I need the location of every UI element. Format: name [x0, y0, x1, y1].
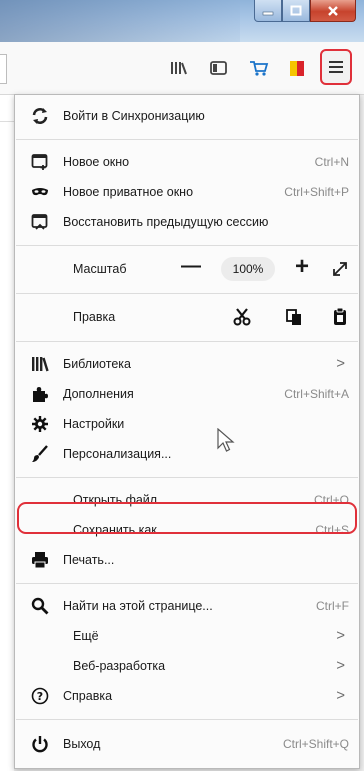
menu-item-customize[interactable]: Персонализация... — [21, 439, 355, 469]
menu-item-label: Веб-разработка — [73, 659, 166, 673]
separator — [16, 139, 358, 140]
svg-text:?: ? — [37, 690, 43, 703]
menu-item-label: Войти в Синхронизацию — [63, 109, 205, 123]
mask-icon — [32, 188, 48, 196]
cart-icon[interactable] — [248, 58, 270, 78]
sync-icon — [32, 108, 48, 124]
shortcut-text: Ctrl+Shift+A — [284, 387, 349, 401]
titlebar-tabs-area — [0, 0, 240, 42]
paste-icon[interactable] — [331, 307, 349, 327]
minimize-icon — [262, 11, 274, 15]
menu-item-label: Новое приватное окно — [63, 185, 194, 199]
menu-item-sync[interactable]: Войти в Синхронизацию — [21, 101, 355, 131]
window-controls — [254, 0, 356, 22]
sidebar-icon[interactable] — [208, 58, 230, 78]
separator — [16, 245, 358, 246]
zoom-out-button[interactable]: — — [181, 255, 201, 278]
browser-toolbar — [0, 42, 364, 95]
page-content-edge — [0, 95, 14, 771]
menu-item-label: Новое окно — [63, 155, 130, 169]
menu-item-private-window[interactable]: Новое приватное окно Ctrl+Shift+P — [21, 177, 355, 207]
chevron-right-icon: > — [336, 627, 345, 644]
separator — [16, 477, 358, 478]
maximize-button[interactable] — [282, 0, 310, 22]
zoom-in-button[interactable]: + — [295, 253, 309, 281]
menu-item-label: Ещё — [73, 629, 99, 643]
chevron-right-icon: > — [336, 687, 345, 704]
chevron-right-icon: > — [336, 355, 345, 372]
menu-item-label: Настройки — [63, 417, 125, 431]
app-menu-panel: Войти в Синхронизацию Новое окно Ctrl+N … — [14, 94, 360, 769]
menu-item-print[interactable]: Печать... — [21, 545, 355, 575]
menu-item-library[interactable]: Библиотека > — [21, 349, 355, 379]
separator — [16, 293, 358, 294]
shortcut-text: Ctrl+F — [316, 599, 349, 613]
zoom-reset-button[interactable]: 100% — [221, 257, 275, 281]
menu-item-restore-session[interactable]: Восстановить предыдущую сессию — [21, 207, 355, 237]
menu-item-label: Печать... — [63, 553, 115, 567]
menu-item-quit[interactable]: Выход Ctrl+Shift+Q — [21, 729, 355, 759]
printer-icon — [32, 552, 48, 569]
menu-item-label: Дополнения — [63, 387, 134, 401]
menu-item-label: Найти на этой странице... — [63, 599, 213, 613]
menu-item-label: Персонализация... — [63, 447, 172, 461]
shortcut-text: Ctrl+N — [314, 155, 349, 169]
power-icon — [32, 736, 48, 753]
help-icon: ? — [31, 687, 49, 705]
menu-item-addons[interactable]: Дополнения Ctrl+Shift+A — [21, 379, 355, 409]
library-icon — [32, 357, 49, 372]
puzzle-icon — [33, 387, 48, 402]
separator — [16, 719, 358, 720]
zoom-label: Масштаб — [73, 262, 127, 276]
menu-item-label: Справка — [63, 689, 113, 703]
fullscreen-icon[interactable] — [331, 260, 349, 278]
minimize-button[interactable] — [254, 0, 282, 22]
gear-icon — [32, 416, 48, 432]
shortcut-text: Ctrl+Shift+P — [284, 185, 349, 199]
menu-item-web-dev[interactable]: Веб-разработка > — [21, 651, 355, 681]
hamburger-menu-button[interactable] — [320, 49, 352, 85]
menu-item-zoom: Масштаб — 100% + — [21, 253, 355, 285]
restore-icon — [31, 214, 48, 230]
window-titlebar — [0, 0, 364, 42]
menu-item-label: Библиотека — [63, 357, 131, 371]
mouse-cursor-icon — [217, 428, 235, 452]
chevron-right-icon: > — [336, 657, 345, 674]
close-button[interactable] — [310, 0, 356, 22]
menu-item-edit: Правка — [21, 301, 355, 333]
library-icon[interactable] — [168, 58, 190, 78]
menu-item-new-window[interactable]: Новое окно Ctrl+N — [21, 147, 355, 177]
menu-item-settings[interactable]: Настройки — [21, 409, 355, 439]
maximize-icon — [290, 5, 302, 15]
hamburger-menu-icon — [329, 61, 343, 73]
search-icon — [31, 597, 49, 615]
copy-icon[interactable] — [285, 308, 303, 326]
edit-label: Правка — [73, 310, 116, 324]
menu-item-label: Выход — [63, 737, 101, 751]
flag-icon[interactable] — [286, 58, 308, 78]
separator — [16, 583, 358, 584]
separator — [16, 341, 358, 342]
close-icon — [328, 5, 338, 16]
menu-item-help[interactable]: ? Справка > — [21, 681, 355, 711]
menu-item-more[interactable]: Ещё > — [21, 621, 355, 651]
new-window-icon — [31, 154, 48, 170]
menu-item-find[interactable]: Найти на этой странице... Ctrl+F — [21, 591, 355, 621]
cut-icon[interactable] — [233, 308, 251, 326]
brush-icon — [32, 445, 48, 462]
address-bar[interactable] — [0, 54, 7, 84]
shortcut-text: Ctrl+Shift+Q — [282, 737, 349, 751]
settings-highlight-annotation — [17, 502, 357, 534]
menu-item-label: Восстановить предыдущую сессию — [63, 215, 269, 229]
